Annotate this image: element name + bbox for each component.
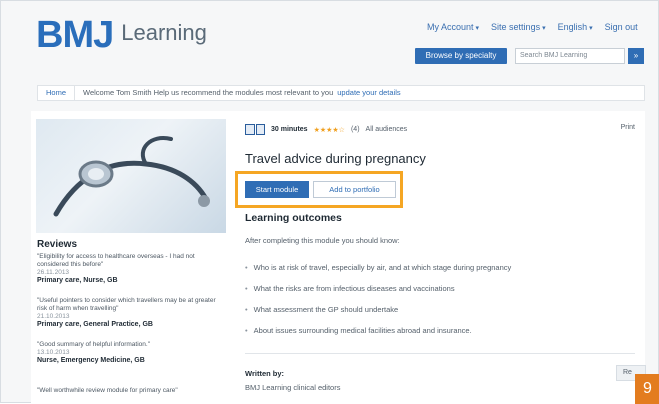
review-quote: "Well worthwhile review module for prima… xyxy=(37,387,178,394)
learning-outcomes-list: Who is at risk of travel, especially by … xyxy=(245,263,512,347)
learning-outcomes-heading: Learning outcomes xyxy=(245,212,342,224)
logo-bmj-text: BMJ xyxy=(36,14,114,56)
tab-home[interactable]: Home xyxy=(38,86,76,100)
add-to-portfolio-button[interactable]: Add to portfolio xyxy=(313,181,396,198)
review-quote: "Eligibility for access to healthcare ov… xyxy=(37,253,195,268)
review-author: Primary care, General Practice, GB xyxy=(37,321,153,328)
start-module-button[interactable]: Start module xyxy=(245,181,309,198)
search-input[interactable]: Search BMJ Learning xyxy=(515,48,625,64)
review-item: "Well worthwhile review module for prima… xyxy=(37,387,227,395)
language-link[interactable]: English ▾ xyxy=(558,22,593,32)
chevron-down-icon: ▾ xyxy=(475,25,480,32)
rating-count: (4) xyxy=(350,126,360,133)
my-account-label: My Account xyxy=(427,22,474,32)
review-date: 13.10.2013 xyxy=(37,349,70,356)
chevron-down-icon: ▾ xyxy=(589,25,593,32)
rating-stars-icon: ★★★★☆ xyxy=(313,126,345,134)
my-account-link[interactable]: My Account ▾ xyxy=(427,22,479,32)
site-settings-link[interactable]: Site settings ▾ xyxy=(491,22,546,32)
review-date: 26.11.2013 xyxy=(37,269,70,276)
learning-outcomes-intro: After completing this module you should … xyxy=(245,236,400,245)
site-settings-label: Site settings xyxy=(491,22,541,32)
language-label: English xyxy=(557,22,588,32)
written-by-label: Written by: xyxy=(245,369,285,378)
review-item: "Eligibility for access to healthcare ov… xyxy=(37,253,227,285)
module-title: Travel advice during pregnancy xyxy=(245,151,426,166)
list-item: Who is at risk of travel, especially by … xyxy=(245,263,512,284)
logo-learning-text: Learning xyxy=(121,20,207,45)
update-details-link[interactable]: update your details xyxy=(337,86,400,100)
reviews-heading: Reviews xyxy=(37,239,78,250)
list-item: About issues surrounding medical facilit… xyxy=(245,326,511,347)
print-link[interactable]: Print xyxy=(621,124,635,131)
audience-label: All audiences xyxy=(365,126,408,133)
review-author: Nurse, Emergency Medicine, GB xyxy=(37,357,145,364)
search-submit-button[interactable]: » xyxy=(628,48,644,64)
top-navigation: My Account ▾ Site settings ▾ English ▾ Sign… xyxy=(427,22,638,32)
review-quote: "Good summary of helpful information." xyxy=(37,341,150,348)
review-author: Primary care, Nurse, GB xyxy=(37,277,118,284)
browser-page: BMJ Learning My Account ▾ Site settings ▾ … xyxy=(0,0,659,404)
page-number-badge: 9 xyxy=(635,374,659,404)
module-meta: 30 minutes ★★★★☆ (4) All audiences xyxy=(245,124,407,135)
list-item: What assessment the GP should undertake xyxy=(245,305,511,326)
module-duration: 30 minutes xyxy=(271,126,308,133)
welcome-message: Welcome Tom Smith Help us recommend the … xyxy=(83,88,334,97)
section-divider xyxy=(245,353,635,354)
chevron-down-icon: ▾ xyxy=(542,25,546,32)
sign-out-link[interactable]: Sign out xyxy=(605,22,638,32)
welcome-bar: Home Welcome Tom Smith Help us recommend… xyxy=(37,85,645,101)
written-by-authors: BMJ Learning clinical editors xyxy=(245,383,341,392)
review-item: "Good summary of helpful information." 1… xyxy=(37,341,227,365)
stethoscope-image xyxy=(36,119,226,233)
stethoscope-illustration xyxy=(53,136,210,217)
bmj-learning-logo[interactable]: BMJ Learning xyxy=(36,15,207,55)
review-quote: "Useful pointers to consider which trave… xyxy=(37,297,216,312)
review-item: "Useful pointers to consider which trave… xyxy=(37,297,227,329)
review-date: 21.10.2013 xyxy=(37,313,70,320)
list-item: What the risks are from infectious disea… xyxy=(245,284,511,305)
module-type-icon xyxy=(245,124,265,135)
browse-by-specialty-button[interactable]: Browse by specialty xyxy=(415,48,507,64)
module-panel: Reviews "Eligibility for access to healt… xyxy=(31,111,645,404)
